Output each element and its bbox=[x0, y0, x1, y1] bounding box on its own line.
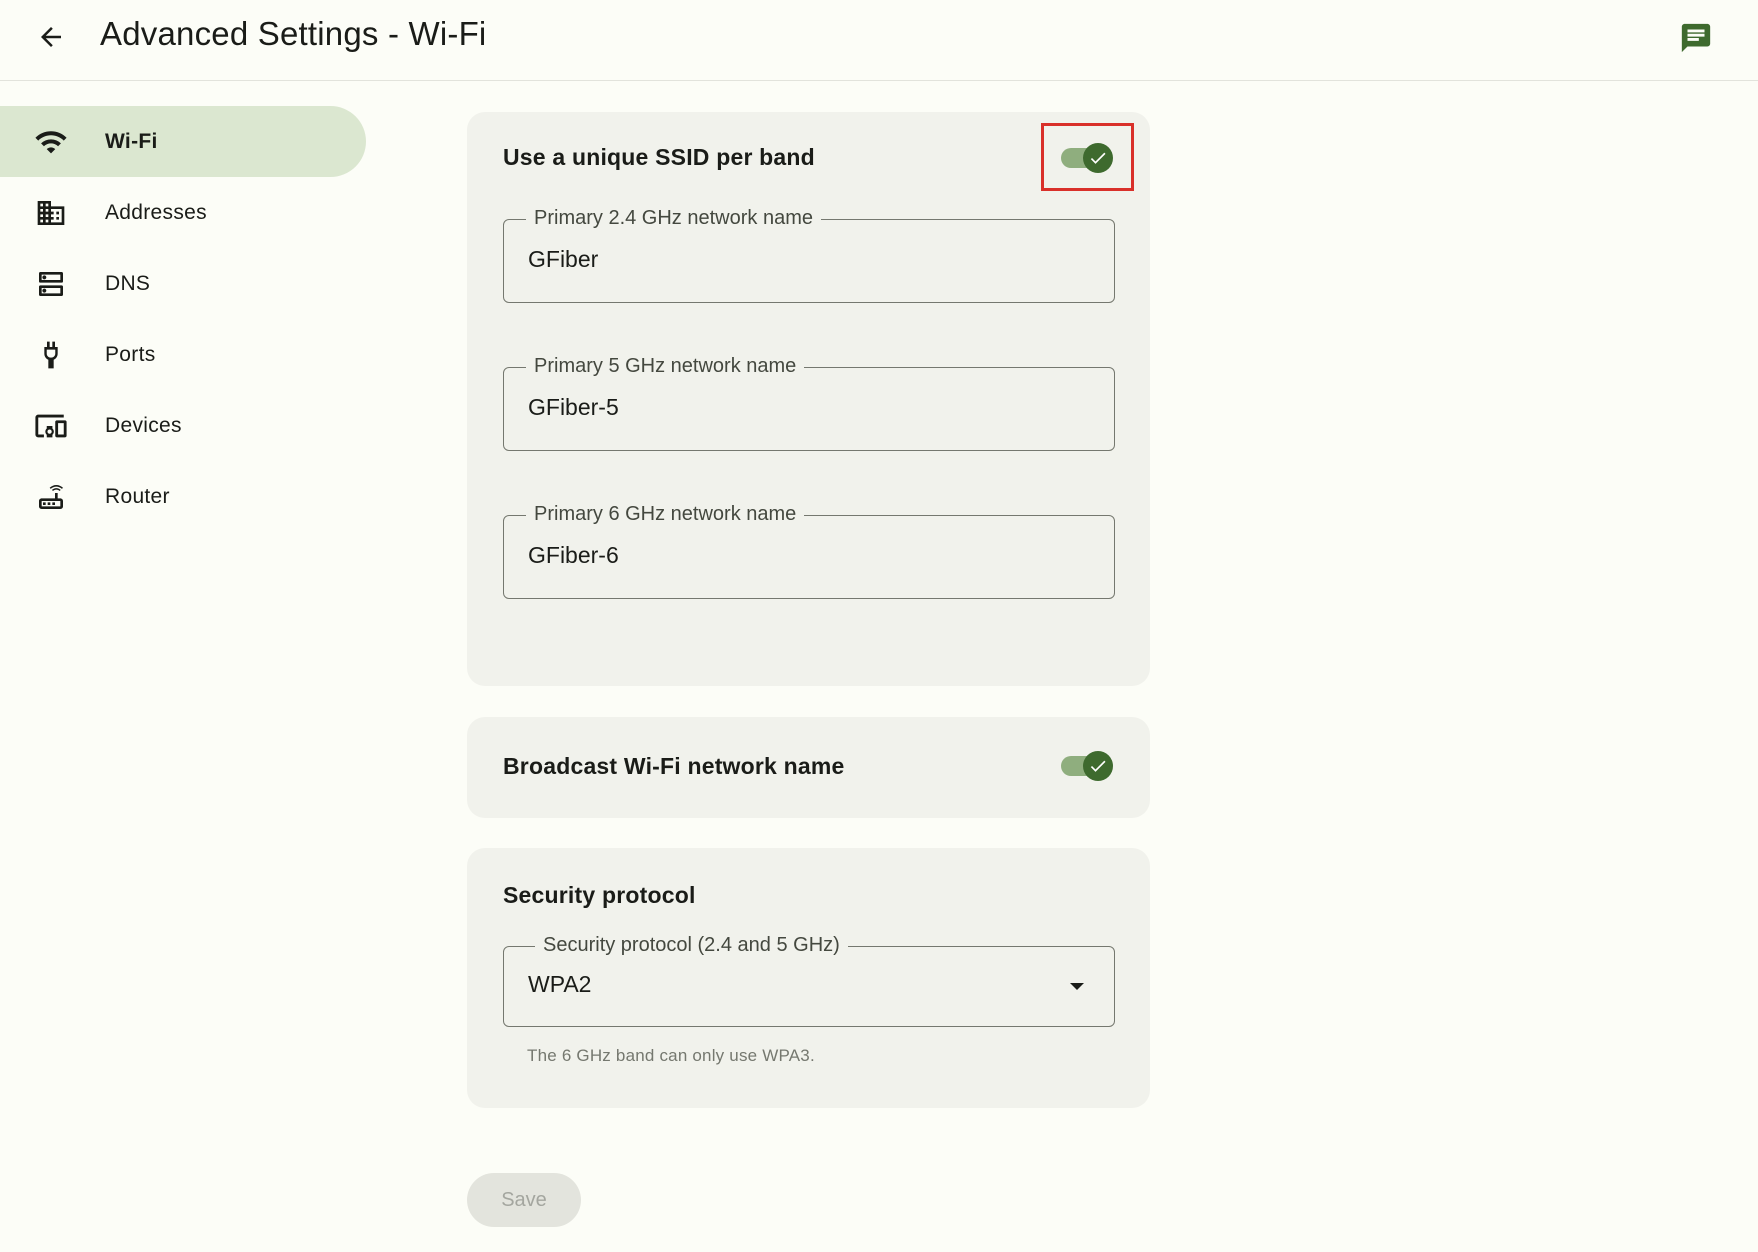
chat-feedback-icon bbox=[1681, 23, 1711, 53]
sidebar-nav: Wi-Fi Addresses DNS Ports Devices Router bbox=[0, 106, 370, 532]
security-card: Security protocol Security protocol (2.4… bbox=[467, 848, 1150, 1108]
security-helper-text: The 6 GHz band can only use WPA3. bbox=[527, 1046, 815, 1065]
security-select-label: Security protocol (2.4 and 5 GHz) bbox=[535, 932, 848, 958]
ssid-5ghz-input[interactable] bbox=[528, 394, 1088, 421]
broadcast-toggle[interactable] bbox=[1059, 748, 1115, 782]
toggle-thumb bbox=[1083, 751, 1113, 781]
security-select-value: WPA2 bbox=[528, 971, 592, 997]
ssid-6ghz-label: Primary 6 GHz network name bbox=[526, 501, 805, 527]
check-icon bbox=[1090, 760, 1106, 772]
sidebar-item-dns[interactable]: DNS bbox=[0, 248, 370, 319]
devices-icon bbox=[33, 408, 69, 444]
sidebar-item-label: Devices bbox=[105, 413, 182, 437]
ssid-24ghz-label: Primary 2.4 GHz network name bbox=[526, 205, 821, 231]
broadcast-title: Broadcast Wi-Fi network name bbox=[503, 753, 845, 779]
port-plug-icon bbox=[33, 337, 69, 373]
sidebar-item-label: Ports bbox=[105, 342, 156, 366]
building-icon bbox=[33, 195, 69, 231]
sidebar-item-ports[interactable]: Ports bbox=[0, 319, 370, 390]
sidebar-item-label: Wi-Fi bbox=[105, 129, 158, 153]
sidebar-item-devices[interactable]: Devices bbox=[0, 390, 370, 461]
ssid-5ghz-label: Primary 5 GHz network name bbox=[526, 353, 805, 379]
ssid-6ghz-field[interactable]: Primary 6 GHz network name bbox=[503, 501, 1115, 599]
unique-ssid-card: Use a unique SSID per band Primary 2.4 G… bbox=[467, 112, 1150, 686]
ssid-5ghz-field[interactable]: Primary 5 GHz network name bbox=[503, 353, 1115, 451]
ssid-24ghz-input[interactable] bbox=[528, 246, 1088, 273]
wifi-icon bbox=[33, 124, 69, 160]
sidebar-item-wifi[interactable]: Wi-Fi bbox=[0, 106, 366, 177]
sidebar-item-label: DNS bbox=[105, 271, 151, 295]
unique-ssid-title: Use a unique SSID per band bbox=[503, 144, 815, 170]
back-button[interactable] bbox=[28, 14, 74, 60]
unique-ssid-toggle[interactable] bbox=[1059, 140, 1115, 174]
arrow-back-icon bbox=[41, 27, 61, 47]
ssid-6ghz-input[interactable] bbox=[528, 542, 1088, 569]
sidebar-item-router[interactable]: Router bbox=[0, 461, 370, 532]
router-icon bbox=[33, 479, 69, 515]
page-title: Advanced Settings - Wi-Fi bbox=[100, 15, 487, 52]
dns-icon bbox=[33, 266, 69, 302]
feedback-button[interactable] bbox=[1674, 16, 1718, 60]
sidebar-item-label: Router bbox=[105, 484, 170, 508]
dropdown-arrow-icon[interactable] bbox=[1070, 983, 1084, 990]
toggle-thumb bbox=[1083, 143, 1113, 173]
save-button[interactable]: Save bbox=[467, 1173, 581, 1227]
security-title: Security protocol bbox=[503, 882, 696, 908]
security-protocol-select[interactable]: Security protocol (2.4 and 5 GHz) WPA2 bbox=[503, 932, 1115, 1027]
broadcast-card: Broadcast Wi-Fi network name bbox=[467, 717, 1150, 818]
check-icon bbox=[1090, 152, 1106, 164]
ssid-24ghz-field[interactable]: Primary 2.4 GHz network name bbox=[503, 205, 1115, 303]
sidebar-item-label: Addresses bbox=[105, 200, 207, 224]
sidebar-item-addresses[interactable]: Addresses bbox=[0, 177, 370, 248]
app-header: Advanced Settings - Wi-Fi bbox=[0, 0, 1758, 81]
